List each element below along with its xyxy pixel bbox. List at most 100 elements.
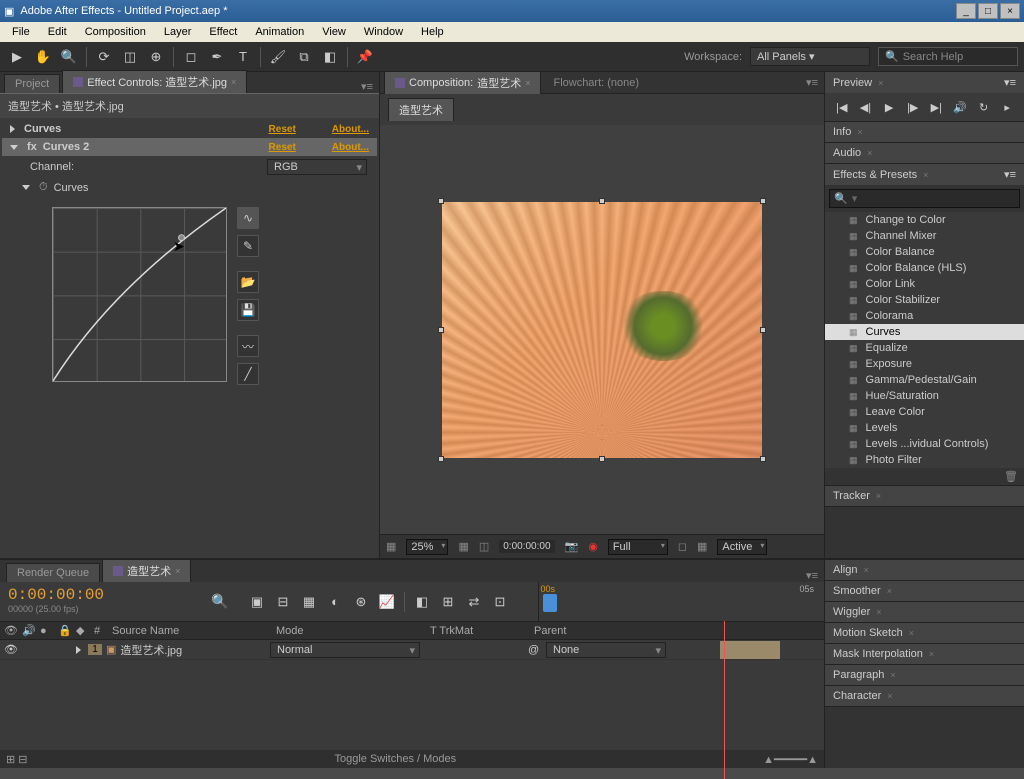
- tl-brainstorm-icon[interactable]: ⊛: [350, 591, 372, 613]
- zoom-dropdown[interactable]: 25%: [406, 539, 448, 555]
- puppet-tool-icon[interactable]: 📌: [354, 46, 376, 68]
- menu-composition[interactable]: Composition: [77, 24, 154, 40]
- resize-handle-icon[interactable]: [760, 198, 766, 204]
- transparency-icon[interactable]: ▦: [697, 540, 707, 553]
- list-item[interactable]: Hue/Saturation: [825, 388, 1024, 404]
- text-tool-icon[interactable]: T: [232, 46, 254, 68]
- effect-curves1[interactable]: Curves Reset About...: [2, 120, 377, 138]
- pen-tool-icon[interactable]: ✒: [206, 46, 228, 68]
- mask-toggle-icon[interactable]: ◫: [479, 540, 489, 553]
- tl-draft3d-icon[interactable]: ◧: [411, 591, 433, 613]
- effects-presets-header[interactable]: Effects & Presets×▾≡: [825, 164, 1024, 185]
- list-item[interactable]: Photo Filter: [825, 452, 1024, 468]
- curves-graph[interactable]: ➤: [52, 207, 227, 382]
- list-item[interactable]: Channel Mixer: [825, 228, 1024, 244]
- menu-effect[interactable]: Effect: [201, 24, 245, 40]
- panel-menu-icon[interactable]: ▾≡: [806, 569, 818, 582]
- resize-handle-icon[interactable]: [760, 456, 766, 462]
- menu-animation[interactable]: Animation: [247, 24, 312, 40]
- list-item[interactable]: Color Stabilizer: [825, 292, 1024, 308]
- next-frame-icon[interactable]: |▶: [904, 99, 922, 115]
- pan-behind-tool-icon[interactable]: ⊕: [145, 46, 167, 68]
- about-link[interactable]: About...: [332, 124, 369, 135]
- motion-sketch-header[interactable]: Motion Sketch×: [825, 623, 1024, 643]
- channel-icon[interactable]: ◉: [588, 540, 598, 553]
- menu-layer[interactable]: Layer: [156, 24, 200, 40]
- list-item[interactable]: Exposure: [825, 356, 1024, 372]
- menu-window[interactable]: Window: [356, 24, 411, 40]
- help-search[interactable]: 🔍 Search Help: [878, 47, 1018, 66]
- stopwatch-icon[interactable]: ⏱: [39, 181, 48, 194]
- current-time[interactable]: 0:00:00:00: [499, 540, 554, 553]
- curve-open-icon[interactable]: 📂: [237, 271, 259, 293]
- ram-preview-icon[interactable]: ▸: [998, 99, 1016, 115]
- panel-menu-icon[interactable]: ▾≡: [361, 80, 373, 93]
- effects-search[interactable]: 🔍▾: [829, 189, 1020, 208]
- list-item[interactable]: Equalize: [825, 340, 1024, 356]
- tab-effect-controls[interactable]: Effect Controls: 造型艺术.jpg×: [62, 70, 247, 93]
- list-item[interactable]: Color Balance (HLS): [825, 260, 1024, 276]
- menu-help[interactable]: Help: [413, 24, 452, 40]
- flowchart-label[interactable]: Flowchart: (none): [553, 77, 639, 89]
- reset-link[interactable]: Reset: [269, 124, 296, 135]
- tracker-panel-header[interactable]: Tracker×: [825, 486, 1024, 506]
- roi-icon[interactable]: ◻: [678, 540, 687, 553]
- layer-name[interactable]: 造型艺术.jpg: [120, 642, 182, 658]
- last-frame-icon[interactable]: ▶|: [928, 99, 946, 115]
- tab-composition[interactable]: Composition: 造型艺术×: [384, 71, 541, 94]
- hand-tool-icon[interactable]: ✋: [32, 46, 54, 68]
- comp-subtab[interactable]: 造型艺术: [388, 98, 454, 121]
- curve-bezier-icon[interactable]: ∿: [237, 207, 259, 229]
- list-item[interactable]: Color Balance: [825, 244, 1024, 260]
- menu-file[interactable]: File: [4, 24, 38, 40]
- selection-tool-icon[interactable]: ▶: [6, 46, 28, 68]
- resize-handle-icon[interactable]: [438, 456, 444, 462]
- list-item[interactable]: Change to Color: [825, 212, 1024, 228]
- first-frame-icon[interactable]: |◀: [833, 99, 851, 115]
- menu-edit[interactable]: Edit: [40, 24, 75, 40]
- fx-enable-icon[interactable]: fx: [27, 141, 37, 153]
- resize-handle-icon[interactable]: [599, 198, 605, 204]
- search-icon[interactable]: 🔍: [211, 593, 228, 610]
- smoother-panel-header[interactable]: Smoother×: [825, 581, 1024, 601]
- list-item[interactable]: Colorama: [825, 308, 1024, 324]
- solo-col-icon[interactable]: ●: [40, 625, 54, 637]
- resize-handle-icon[interactable]: [438, 327, 444, 333]
- list-item[interactable]: Levels ...ividual Controls): [825, 436, 1024, 452]
- tl-switch-icon[interactable]: ⇄: [463, 591, 485, 613]
- audio-panel-header[interactable]: Audio×: [825, 143, 1024, 163]
- curve-line-icon[interactable]: ╱: [237, 363, 259, 385]
- play-icon[interactable]: ▶: [880, 99, 898, 115]
- resize-handle-icon[interactable]: [438, 198, 444, 204]
- expand-icon[interactable]: [22, 185, 30, 190]
- expand-icon[interactable]: [10, 145, 18, 150]
- clone-tool-icon[interactable]: ⧉: [293, 46, 315, 68]
- timeline-timecode-area[interactable]: 0:00:00:00 00000 (25.00 fps): [0, 582, 200, 621]
- workspace-dropdown[interactable]: All Panels ▾: [750, 47, 870, 66]
- magnify-icon[interactable]: ▦: [386, 540, 396, 553]
- curve-save-icon[interactable]: 💾: [237, 299, 259, 321]
- blend-mode-dropdown[interactable]: Normal: [270, 642, 420, 658]
- info-panel-header[interactable]: Info×: [825, 122, 1024, 142]
- tl-pancake-icon[interactable]: ⊞: [437, 591, 459, 613]
- pickwhip-icon[interactable]: @: [528, 644, 542, 656]
- tl-shy-icon[interactable]: ⊟: [272, 591, 294, 613]
- playhead-icon[interactable]: [543, 594, 557, 612]
- audio-col-icon[interactable]: 🔊: [22, 624, 36, 637]
- list-item[interactable]: Gamma/Pedestal/Gain: [825, 372, 1024, 388]
- menu-view[interactable]: View: [314, 24, 354, 40]
- prev-frame-icon[interactable]: ◀|: [857, 99, 875, 115]
- parent-dropdown[interactable]: None: [546, 642, 666, 658]
- list-item-curves[interactable]: Curves: [825, 324, 1024, 340]
- tl-comp-icon[interactable]: ▣: [246, 591, 268, 613]
- grid-icon[interactable]: ▦: [458, 540, 468, 553]
- effect-curves2[interactable]: fx Curves 2 Reset About...: [2, 138, 377, 156]
- resolution-dropdown[interactable]: Full: [608, 539, 668, 555]
- audio-icon[interactable]: 🔊: [951, 99, 969, 115]
- mask-tool-icon[interactable]: ◻: [180, 46, 202, 68]
- list-item[interactable]: Levels: [825, 420, 1024, 436]
- panel-menu-icon[interactable]: ▾≡: [806, 76, 818, 89]
- paragraph-panel-header[interactable]: Paragraph×: [825, 665, 1024, 685]
- channel-dropdown[interactable]: RGB: [267, 159, 367, 175]
- visibility-toggle-icon[interactable]: 👁: [4, 643, 18, 656]
